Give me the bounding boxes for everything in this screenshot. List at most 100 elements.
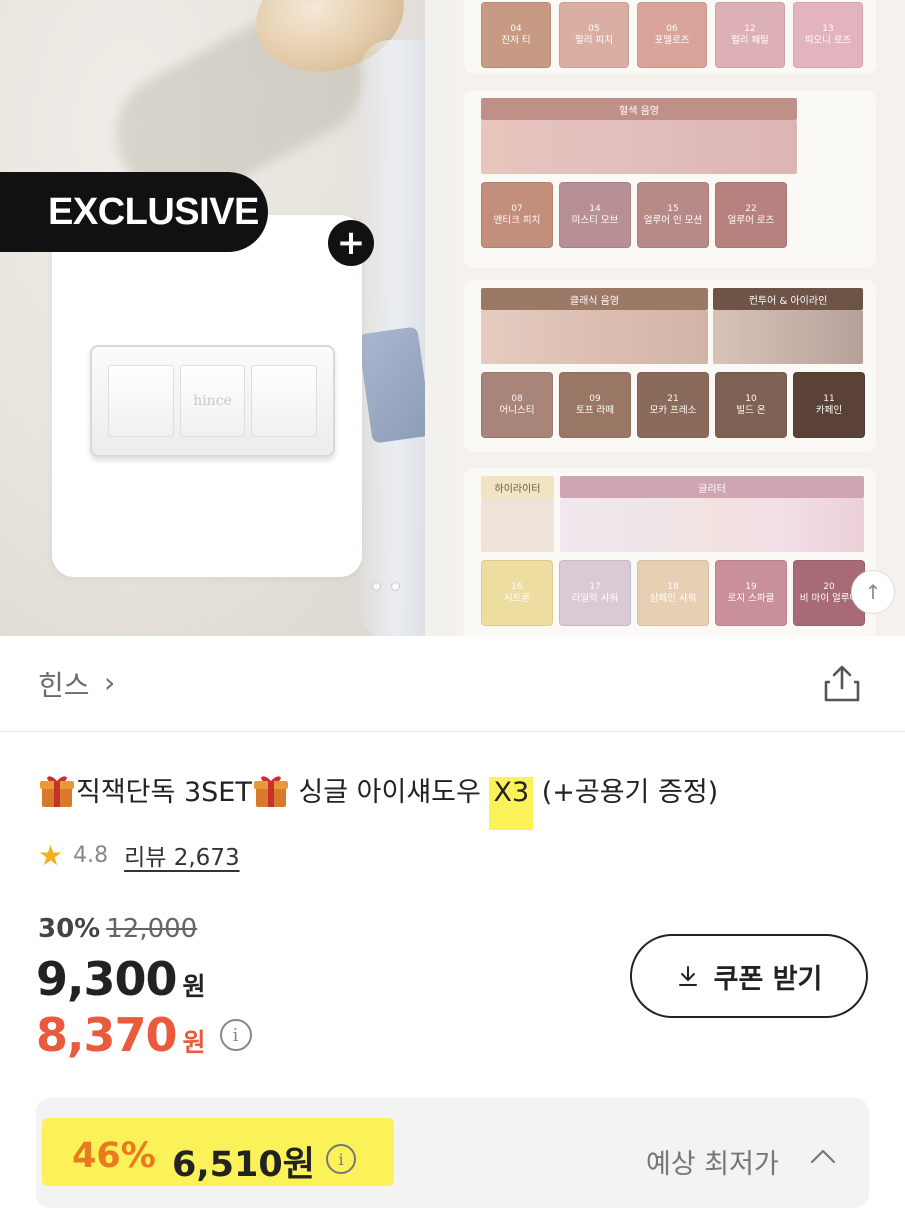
- swatch-chip: 13 피오니 로즈: [793, 2, 863, 68]
- swatch-panel-classic: 클래식 음영 컨투어 & 아이라인 08 어니스티 09 토프 라떼 21 모카 프레소 1…: [464, 280, 876, 452]
- pan-left: [108, 365, 174, 437]
- discount-row: 30% 12,000: [38, 914, 197, 944]
- carousel-dot[interactable]: [391, 582, 400, 591]
- swatch-chip: 14 미스티 모브: [559, 182, 631, 248]
- swatch-strip: [481, 120, 797, 174]
- star-icon: ★: [38, 838, 64, 872]
- swatch-chip: 06 포멜로즈: [637, 2, 707, 68]
- group-label: 컨투어 & 아이라인: [713, 288, 863, 310]
- price: 9,300: [36, 952, 178, 1006]
- swatch-chip: 21 모카 프레소: [637, 372, 709, 438]
- swatch-chip: 17 라일락 샤워: [559, 560, 631, 626]
- best-price-label: 예상 최저가: [646, 1149, 779, 1180]
- swatch-name: 라일락 샤워: [571, 592, 619, 604]
- swatch-chip: 09 토프 라떼: [559, 372, 631, 438]
- group-label: 글리터: [560, 476, 864, 498]
- swatch-name: 얼루어 로즈: [727, 214, 775, 226]
- pan-right: [251, 365, 318, 437]
- swatch-number: 22: [745, 203, 757, 214]
- scroll-to-top-button[interactable]: ↑: [851, 570, 895, 614]
- swatch-name: 펄리 페탈: [731, 34, 769, 46]
- swatch-chip: 18 샴페인 샤워: [637, 560, 709, 626]
- swatch-chip: 19 로지 스파클: [715, 560, 787, 626]
- swatch-chip: 12 펄리 페탈: [715, 2, 785, 68]
- info-icon[interactable]: i: [326, 1144, 356, 1174]
- swatch-number: 05: [588, 23, 600, 34]
- swatch-strip: [481, 310, 708, 364]
- download-icon: [678, 966, 697, 986]
- swatch-strip: [560, 498, 864, 552]
- swatch-number: 10: [745, 393, 757, 404]
- swatch-number: 20: [823, 581, 835, 592]
- swatch-number: 08: [511, 393, 523, 404]
- chevron-up-icon[interactable]: [808, 1142, 838, 1172]
- swatch-number: 21: [667, 393, 679, 404]
- swatch-number: 04: [510, 23, 522, 34]
- discount-percent: 30%: [38, 914, 101, 944]
- swatch-number: 07: [511, 203, 523, 214]
- swatch-panel-glitter: 하이라이터 글리터 16 시트론 17 라일락 샤워 18 샴페인 샤워 19 로지 스파클 2…: [464, 468, 876, 636]
- swatch-number: 17: [589, 581, 601, 592]
- swatch-panel-blush: 혈색 음영 07 앤티크 피치 14 미스티 모브 15 얼루어 인 모션 22 얼루어 로즈: [464, 90, 876, 268]
- pan-middle: hince: [179, 365, 246, 437]
- swatch-name: 비 마이 얼루어: [799, 592, 859, 604]
- swatch-chip: 11 카페인: [793, 372, 865, 438]
- case-logo: hince: [193, 393, 232, 409]
- swatch-number: 13: [822, 23, 834, 34]
- gift-icon: [40, 776, 74, 807]
- swatch-number: 12: [744, 23, 756, 34]
- chevron-right-icon[interactable]: ›: [104, 666, 115, 699]
- coupon-price: 8,370: [36, 1008, 178, 1062]
- best-price-value: 6,510원: [172, 1145, 315, 1185]
- swatch-number: 06: [666, 23, 678, 34]
- get-coupon-button[interactable]: 쿠폰 받기: [630, 934, 868, 1018]
- swatch-chart: 04 진저 티 05 펄리 피치 06 포멜로즈 12 펄리 페탈 13 피오니 로즈 혈색 음영…: [452, 0, 905, 636]
- coupon-button-label: 쿠폰 받기: [713, 963, 823, 995]
- swatch-strip: [481, 498, 554, 552]
- swatch-name: 카페인: [815, 404, 843, 416]
- swatch-name: 미스티 모브: [571, 214, 619, 226]
- brand-link[interactable]: 힌스: [38, 664, 90, 704]
- swatch-number: 18: [667, 581, 679, 592]
- swatch-chip: 04 진저 티: [481, 2, 551, 68]
- swatch-chip: 05 펄리 피치: [559, 2, 629, 68]
- info-icon[interactable]: i: [219, 1019, 252, 1051]
- swatch-name: 토프 라떼: [576, 404, 614, 416]
- product-title: 직잭단독 3SET 싱글 아이섀도우 X3 (+공용기 증정): [38, 770, 718, 830]
- rating-value: 4.8: [73, 842, 109, 868]
- swatch-chip: 22 얼루어 로즈: [715, 182, 787, 248]
- swatch-strip: [713, 310, 863, 364]
- swatch-name: 얼루어 인 모션: [643, 214, 703, 226]
- swatch-name: 앤티크 피치: [493, 214, 541, 226]
- share-icon[interactable]: [822, 664, 862, 704]
- hero-photo: EXCLUSIVE + hince: [0, 0, 425, 636]
- title-highlight: X3: [489, 777, 534, 830]
- carousel-dots[interactable]: [372, 582, 400, 591]
- swatch-panel-top: 04 진저 티 05 펄리 피치 06 포멜로즈 12 펄리 페탈 13 피오니 로즈: [464, 0, 876, 74]
- swatch-name: 펄리 피치: [575, 34, 613, 46]
- rating-row: ★ 4.8 리뷰 2,673: [38, 838, 240, 872]
- palette-case-image: hince: [90, 345, 335, 457]
- product-image-carousel[interactable]: EXCLUSIVE + hince 04 진저 티 05 펄리 피치 06 포멜로즈 12 펄…: [0, 0, 905, 636]
- carousel-dot[interactable]: [372, 582, 381, 591]
- price-row: 9,300 원: [36, 952, 206, 1006]
- swatch-name: 피오니 로즈: [804, 34, 852, 46]
- swatch-number: 09: [589, 393, 601, 404]
- swatch-name: 로지 스파클: [727, 592, 775, 604]
- swatch-chip: 07 앤티크 피치: [481, 182, 553, 248]
- swatch-chip: 08 어니스티: [481, 372, 553, 438]
- swatch-chip: 16 시트론: [481, 560, 553, 626]
- price-unit: 원: [182, 972, 206, 1001]
- coupon-price-row: 8,370 원 i: [36, 1008, 252, 1062]
- swatch-name: 모카 프레소: [649, 404, 697, 416]
- swatch-name: 진저 티: [501, 34, 531, 46]
- swatch-number: 11: [823, 393, 835, 404]
- group-label: 클래식 음영: [481, 288, 708, 310]
- best-price-panel[interactable]: 46% 6,510원 i 예상 최저가: [36, 1098, 869, 1208]
- coupon-price-unit: 원: [182, 1028, 206, 1057]
- swatch-number: 15: [667, 203, 679, 214]
- swatch-number: 16: [511, 581, 523, 592]
- gift-icon: [253, 776, 288, 807]
- group-label: 하이라이터: [481, 476, 554, 498]
- review-link[interactable]: 리뷰 2,673: [124, 838, 239, 872]
